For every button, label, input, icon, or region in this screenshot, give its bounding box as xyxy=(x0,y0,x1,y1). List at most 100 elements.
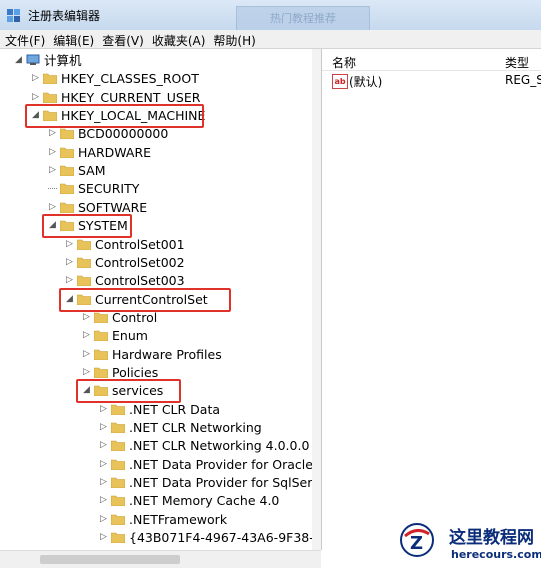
tree-node[interactable]: ▷ Hardware Profiles xyxy=(0,346,312,364)
window-title: 注册表编辑器 xyxy=(28,9,101,23)
tree-node[interactable]: ▷ .NET CLR Data xyxy=(0,401,312,419)
tree-node[interactable]: ▷ SAM xyxy=(0,162,312,180)
tree-node-label[interactable]: Control xyxy=(112,309,157,327)
title-bar: 注册表编辑器 热门教程推荐 xyxy=(0,0,541,32)
tree-node-label[interactable]: Enum xyxy=(112,327,148,345)
tree-node-label[interactable]: SAM xyxy=(78,162,106,180)
tree-node-label[interactable]: HARDWARE xyxy=(78,144,151,162)
tree-node-label[interactable]: Hardware Profiles xyxy=(112,346,222,364)
expand-arrow-icon[interactable]: ▷ xyxy=(65,276,74,285)
background-tab-ghost: 热门教程推荐 xyxy=(236,6,370,32)
folder-icon xyxy=(111,404,125,415)
folder-icon xyxy=(111,477,125,489)
folder-icon xyxy=(60,165,74,177)
expand-arrow-icon[interactable]: ▷ xyxy=(99,423,108,432)
scroll-thumb[interactable] xyxy=(40,555,180,564)
expand-arrow-icon[interactable]: ▷ xyxy=(82,367,91,377)
folder-icon xyxy=(94,349,108,360)
svg-text:Z: Z xyxy=(410,533,423,554)
tree-node[interactable]: ◢ 计算机 xyxy=(0,52,312,70)
tree-node[interactable]: SECURITY xyxy=(0,180,312,198)
expand-arrow-icon[interactable]: ▷ xyxy=(48,202,57,212)
tree-node[interactable]: ▷ .NETFramework xyxy=(0,511,312,529)
collapse-arrow-icon[interactable]: ◢ xyxy=(14,56,23,65)
expand-arrow-icon[interactable]: ▷ xyxy=(99,459,108,469)
expand-arrow-icon[interactable]: ▷ xyxy=(99,533,108,542)
menu-favorites[interactable]: 收藏夹(A) xyxy=(147,30,209,49)
watermark-logo-icon: Z xyxy=(400,523,434,557)
folder-icon xyxy=(60,129,74,140)
column-header-name[interactable]: 名称 xyxy=(332,54,356,71)
folder-icon xyxy=(43,92,57,103)
expand-arrow-icon[interactable]: ▷ xyxy=(99,514,108,524)
tree-node[interactable]: ▷ {43B071F4-4967-43A6-9F38-193 xyxy=(0,529,321,547)
expand-arrow-icon[interactable]: ▷ xyxy=(82,331,91,340)
tree-node-label[interactable]: .NET CLR Networking xyxy=(129,419,262,437)
folder-icon xyxy=(60,147,74,158)
tree-vertical-scrollbar[interactable] xyxy=(312,49,321,550)
tree-node[interactable]: ▷ .NET Data Provider for Oracle xyxy=(0,456,313,474)
tree-node[interactable]: ▷ Control xyxy=(0,309,312,327)
expand-arrow-icon[interactable]: ▷ xyxy=(82,312,91,322)
tree-node-label[interactable]: BCD00000000 xyxy=(78,125,168,143)
expand-arrow-icon[interactable]: ▷ xyxy=(65,239,74,249)
tree-node[interactable]: ▷ BCD00000000 xyxy=(0,125,312,143)
menu-view[interactable]: 查看(V) xyxy=(97,30,147,49)
tree-node-label[interactable]: HKEY_CLASSES_ROOT xyxy=(61,70,199,88)
expand-arrow-icon[interactable]: ▷ xyxy=(99,441,108,450)
expand-arrow-icon[interactable]: ▷ xyxy=(65,257,74,267)
folder-icon xyxy=(111,514,125,525)
expand-arrow-icon[interactable]: ▷ xyxy=(99,496,108,505)
folder-icon xyxy=(43,74,57,85)
expand-arrow-icon[interactable]: ▷ xyxy=(99,404,108,414)
tree-node[interactable]: ▷ HARDWARE xyxy=(0,144,312,162)
tree-node-label[interactable]: {43B071F4-4967-43A6-9F38-193 xyxy=(129,529,321,547)
value-type[interactable]: REG_S xyxy=(505,73,541,87)
menu-help[interactable]: 帮助(H) xyxy=(208,30,258,49)
folder-icon xyxy=(111,496,125,507)
tree-node[interactable]: ▷ ControlSet002 xyxy=(0,254,312,272)
tree-node-label[interactable]: ControlSet002 xyxy=(95,254,185,272)
tree-node-label[interactable]: .NET CLR Networking 4.0.0.0 xyxy=(129,437,309,455)
menu-bar: 文件(F) 编辑(E) 查看(V) 收藏夹(A) 帮助(H) xyxy=(0,30,541,49)
expand-arrow-icon[interactable]: ▷ xyxy=(31,92,40,102)
expand-arrow-icon[interactable]: ▷ xyxy=(48,129,57,138)
watermark: Z 这里教程网 herecours.com xyxy=(393,518,541,567)
tree-node[interactable]: ▷ .NET Data Provider for SqlServer xyxy=(0,474,321,492)
folder-icon xyxy=(94,330,108,342)
folder-icon xyxy=(111,532,125,544)
menu-edit[interactable]: 编辑(E) xyxy=(48,30,97,49)
tree-horizontal-scrollbar[interactable] xyxy=(0,550,321,568)
expand-arrow-icon[interactable]: ▷ xyxy=(99,478,108,487)
values-pane: 名称 类型 ab (默认) REG_S xyxy=(322,49,541,567)
tree-node-label[interactable]: .NET Data Provider for Oracle xyxy=(129,456,313,474)
expand-arrow-icon[interactable]: ▷ xyxy=(48,166,57,175)
folder-icon xyxy=(77,275,91,287)
folder-icon xyxy=(111,422,125,433)
tree-node[interactable]: ▷ .NET Memory Cache 4.0 xyxy=(0,492,312,510)
column-header-type[interactable]: 类型 xyxy=(505,54,529,71)
folder-icon xyxy=(111,459,125,470)
header-divider xyxy=(322,70,541,71)
tree-node-label[interactable]: .NET Data Provider for SqlServer xyxy=(129,474,321,492)
tree-node[interactable]: ▷ HKEY_CLASSES_ROOT xyxy=(0,70,312,88)
tree-node-label[interactable]: .NETFramework xyxy=(129,511,227,529)
expand-arrow-icon[interactable]: ▷ xyxy=(31,74,40,83)
tree-node-label[interactable]: 计算机 xyxy=(44,52,82,70)
tree-node-label[interactable]: .NET Memory Cache 4.0 xyxy=(129,492,279,510)
menu-file[interactable]: 文件(F) xyxy=(0,30,48,49)
folder-icon xyxy=(60,202,74,213)
watermark-cn: 这里教程网 xyxy=(449,528,534,548)
tree-node[interactable]: ▷ ControlSet001 xyxy=(0,236,312,254)
tree-node[interactable]: ▷ .NET CLR Networking 4.0.0.0 xyxy=(0,437,312,455)
tree-node[interactable]: ▷ .NET CLR Networking xyxy=(0,419,312,437)
tree-node-label[interactable]: .NET CLR Data xyxy=(129,401,220,419)
expand-arrow-icon[interactable]: ▷ xyxy=(48,147,57,157)
folder-icon xyxy=(60,184,74,195)
value-name[interactable]: (默认) xyxy=(349,73,382,90)
tree-node-label[interactable]: ControlSet001 xyxy=(95,236,185,254)
folder-icon xyxy=(77,239,91,250)
tree-node[interactable]: ▷ Enum xyxy=(0,327,312,345)
tree-node-label[interactable]: SECURITY xyxy=(78,180,139,198)
expand-arrow-icon[interactable]: ▷ xyxy=(82,349,91,359)
